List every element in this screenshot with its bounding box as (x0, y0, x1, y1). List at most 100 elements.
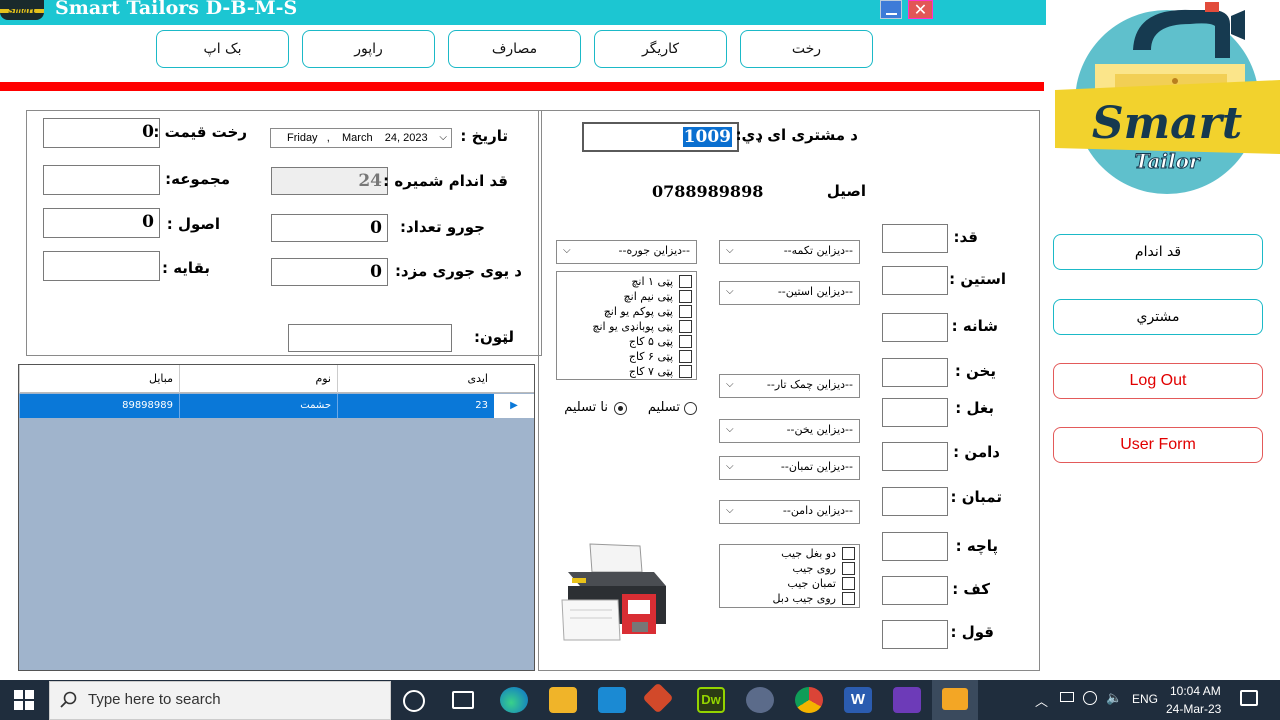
notifications-icon[interactable] (1240, 690, 1258, 706)
column-name[interactable]: نوم (179, 365, 337, 393)
customer-button[interactable]: مشتري (1053, 299, 1263, 335)
pair-design-select[interactable]: ⌵ --دیزاین جوره-- (556, 240, 697, 264)
sleeve-design-select[interactable]: ⌵ --دیزاین استین-- (719, 281, 860, 305)
logout-button[interactable]: Log Out (1053, 363, 1263, 399)
measure-trouser-input[interactable] (882, 487, 948, 516)
measure-sleeve-input[interactable] (882, 266, 948, 295)
collar-option[interactable]: پټی ۷ کاج (629, 364, 692, 379)
checkbox[interactable] (679, 275, 692, 288)
measure-hem-input[interactable] (882, 442, 948, 471)
collar-options-list[interactable]: پټی ۱ انچ پټی نیم انچ پټی پوکم یو انچ پټ… (556, 271, 697, 380)
pocket-option[interactable]: دو بغل جیب (781, 546, 855, 561)
row-selector-icon[interactable]: ▶ (494, 394, 534, 418)
pair-wage-input[interactable]: 0 (271, 258, 388, 286)
pocket-option[interactable]: تمبان جیب (787, 576, 855, 591)
pair-count-input[interactable]: 0 (271, 214, 388, 242)
paid-label: اصول : (166, 215, 220, 233)
chrome-icon[interactable] (795, 687, 823, 713)
measure-shoulder-input[interactable] (882, 313, 948, 342)
file-explorer-icon[interactable] (549, 687, 577, 713)
pocket-option[interactable]: روی جیب دبل (773, 591, 855, 606)
checkbox[interactable] (842, 547, 855, 560)
word-icon[interactable]: W (844, 687, 872, 713)
remaining-input[interactable] (43, 251, 160, 281)
clock-time[interactable]: 10:04 AM (1170, 684, 1221, 698)
collar-option[interactable]: پټی پوکم یو انچ (604, 304, 692, 319)
edge-icon[interactable] (500, 687, 528, 713)
visual-studio-icon[interactable] (893, 687, 921, 713)
nav-workers-button[interactable]: کاریگر (594, 30, 727, 68)
nav-clothes-button[interactable]: رخت (740, 30, 873, 68)
volume-icon[interactable]: 🔈 (1106, 690, 1122, 706)
trouser-design-select[interactable]: ⌵ --دیزاین تمبان-- (719, 456, 860, 480)
price-label: رخت قیمت : (153, 123, 247, 141)
chamak-design-select[interactable]: ⌵ --دیزاین چمک تار-- (719, 374, 860, 398)
collar-option[interactable]: پټی نیم انچ (624, 289, 692, 304)
user-form-button[interactable]: User Form (1053, 427, 1263, 463)
collar-option[interactable]: پټی پوبانډی یو انچ (592, 319, 692, 334)
delivered-radio[interactable] (684, 402, 697, 415)
active-app-slot[interactable] (932, 680, 978, 720)
network-icon[interactable] (1083, 691, 1097, 705)
pocket-option[interactable]: روی جیب (792, 561, 855, 576)
measure-wrist-input[interactable] (882, 576, 948, 605)
task-view-icon[interactable] (452, 691, 474, 709)
search-icon (60, 691, 78, 713)
cortana-icon[interactable] (403, 690, 425, 712)
app-icon (942, 688, 968, 710)
measure-chest-input[interactable] (882, 398, 948, 427)
button-design-select[interactable]: ⌵ --دیزاین تکمه-- (719, 240, 860, 264)
nav-backup-button[interactable]: بک اپ (156, 30, 289, 68)
checkbox[interactable] (679, 290, 692, 303)
checkbox[interactable] (679, 350, 692, 363)
checkbox[interactable] (679, 335, 692, 348)
nav-expenses-button[interactable]: مصارف (448, 30, 581, 68)
chevron-down-icon: ⌵ (726, 286, 734, 297)
checkbox[interactable] (842, 562, 855, 575)
minimize-button[interactable] (880, 0, 902, 19)
collar-design-select[interactable]: ⌵ --دیزاین یخن-- (719, 419, 860, 443)
pocket-options-list[interactable]: دو بغل جیب روی جیب تمبان جیب روی جیب دبل (719, 544, 860, 608)
measure-waist-input[interactable] (882, 620, 948, 649)
hem-design-select[interactable]: ⌵ --دیزاین دامن-- (719, 500, 860, 524)
price-input[interactable]: 0 (43, 118, 160, 148)
date-picker[interactable]: Friday , March 24, 2023 ⌵ (270, 128, 452, 148)
language-indicator[interactable]: ENG (1132, 692, 1158, 706)
checkbox[interactable] (679, 305, 692, 318)
vscode-icon[interactable] (598, 687, 626, 713)
column-mobile[interactable]: مبایل (19, 365, 179, 393)
measure-collar-input[interactable] (882, 358, 948, 387)
search-input[interactable] (288, 324, 452, 352)
column-id[interactable]: ایدی (337, 365, 494, 393)
close-button[interactable]: ✕ (908, 0, 933, 19)
total-input[interactable] (43, 165, 160, 195)
windows-start-icon[interactable] (14, 690, 34, 714)
print-button[interactable] (558, 542, 668, 644)
measure-number-input[interactable]: 24 (271, 167, 388, 195)
measure-cuff-input[interactable] (882, 532, 948, 561)
collar-option[interactable]: پټی ۶ کاج (629, 349, 692, 364)
clock-date[interactable]: 24-Mar-23 (1166, 702, 1221, 716)
logo-mini-text: Smart (8, 5, 36, 15)
checkbox[interactable] (679, 320, 692, 333)
checkbox[interactable] (679, 365, 692, 378)
checkbox[interactable] (842, 577, 855, 590)
customers-table[interactable]: ایدی نوم مبایل 23 حشمت 89898989 ▶ (18, 364, 535, 671)
battery-icon[interactable] (1060, 692, 1074, 702)
collar-option[interactable]: پټی ۱ انچ (631, 274, 692, 289)
nav-report-button[interactable]: راپور (302, 30, 435, 68)
chevron-down-icon: ⌵ (726, 424, 734, 435)
table-row[interactable]: 23 حشمت 89898989 ▶ (19, 394, 534, 418)
dreamweaver-icon[interactable]: Dw (697, 687, 725, 713)
not-delivered-radio[interactable] (614, 402, 627, 415)
measure-cuff-label: پاچه : (955, 537, 998, 555)
measure-trouser-label: تمبان : (950, 488, 1002, 506)
measure-height-input[interactable] (882, 224, 948, 253)
checkbox[interactable] (842, 592, 855, 605)
customer-id-input[interactable]: 1009 (582, 122, 739, 152)
paid-input[interactable]: 0 (43, 208, 160, 238)
body-measure-button[interactable]: قد اندام (1053, 234, 1263, 270)
collar-option[interactable]: پټی ۵ کاج (629, 334, 692, 349)
photos-icon[interactable] (746, 687, 774, 713)
tray-chevron-icon[interactable]: ︿ (1035, 691, 1048, 710)
